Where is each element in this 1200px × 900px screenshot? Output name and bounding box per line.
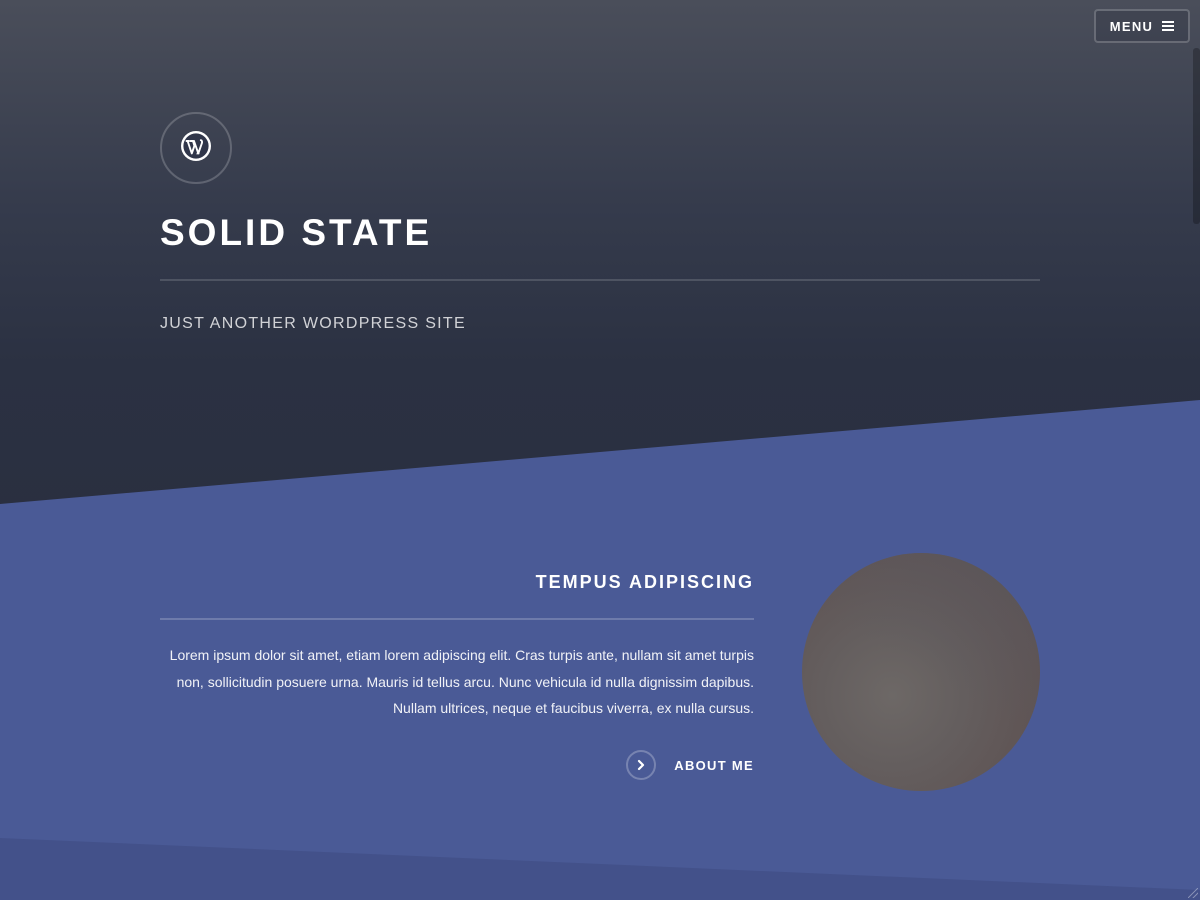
site-tagline: JUST ANOTHER WORDPRESS SITE [160,315,466,332]
hamburger-icon [1162,21,1175,31]
page: MENU SOLID STATE JUST ANOTHER WORDPRESS … [0,0,1200,900]
feature-image [802,553,1040,791]
feature-text: Lorem ipsum dolor sit amet, etiam lorem … [169,647,754,716]
feature-title: TEMPUS ADIPISCING [535,572,754,592]
about-me-label: ABOUT ME [674,757,754,773]
site-title: SOLID STATE [160,212,433,253]
chevron-right-icon [626,750,657,780]
about-me-link[interactable]: ABOUT ME [626,750,754,780]
site-logo[interactable] [160,112,232,184]
banner-divider [160,279,1040,281]
feature-divider [160,618,754,620]
resize-grip-icon[interactable] [1188,888,1198,898]
menu-button[interactable]: MENU [1094,9,1190,43]
scrollbar[interactable] [1193,48,1200,224]
menu-label: MENU [1109,18,1154,34]
wordpress-logo-icon [180,130,212,167]
